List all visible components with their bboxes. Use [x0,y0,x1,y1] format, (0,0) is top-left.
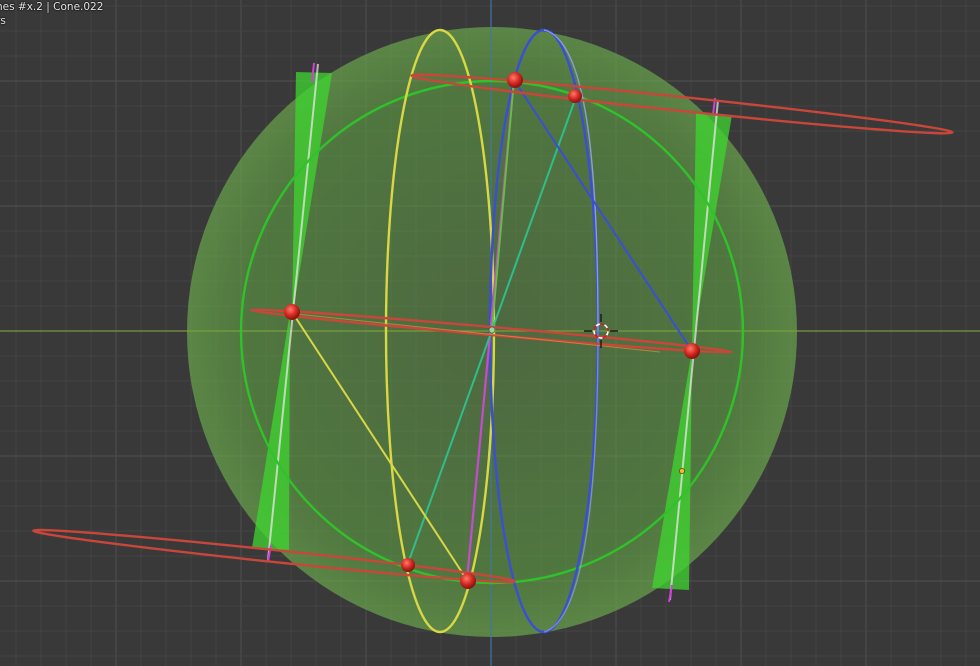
scene-objects[interactable] [0,0,980,666]
node-top[interactable] [507,72,523,88]
node-left[interactable] [284,304,300,320]
3d-viewport[interactable]: nes #x.2 | Cone.022 rs [0,0,980,666]
node-bottom-left[interactable] [401,558,415,572]
node-bottom[interactable] [460,573,476,589]
object-origin-center [488,326,496,334]
node-right[interactable] [684,343,700,359]
viewport-info-overlay: nes #x.2 | Cone.022 rs [0,0,103,28]
node-top-right[interactable] [568,89,582,103]
viewport-title-line: nes #x.2 | Cone.022 [0,1,104,13]
viewport-sub-line: rs [0,15,6,27]
object-origin-orange[interactable] [679,468,685,474]
